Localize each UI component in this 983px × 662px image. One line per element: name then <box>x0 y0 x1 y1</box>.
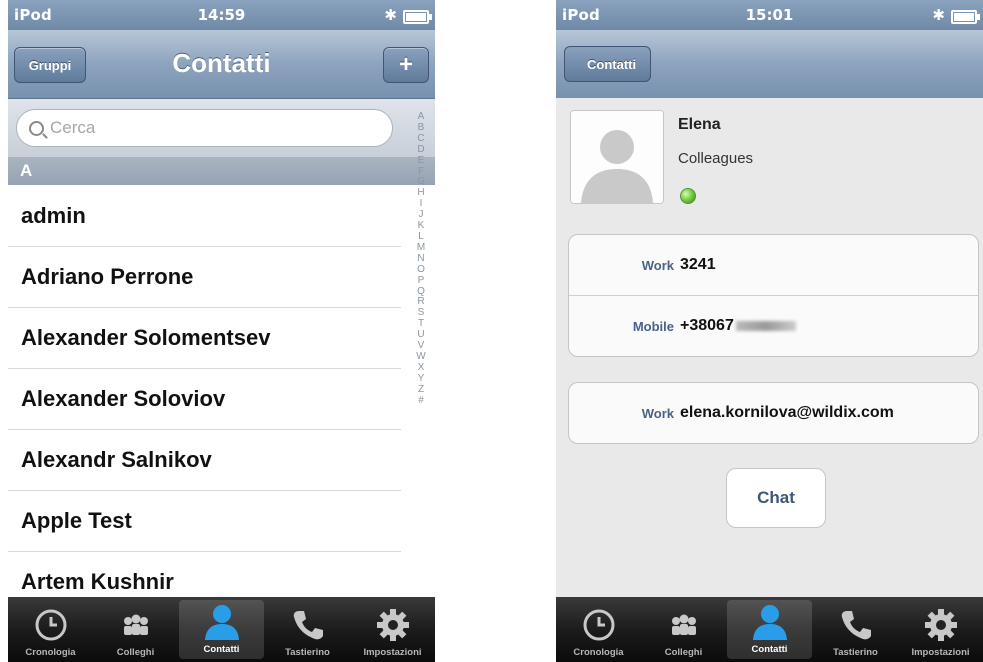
gear-icon <box>924 607 958 643</box>
tab-label: Colleghi <box>116 647 155 658</box>
index-letter[interactable]: O <box>411 264 431 276</box>
tab-label: Cronologia <box>573 647 624 658</box>
back-button[interactable]: Contatti <box>564 46 652 82</box>
colleagues-icon <box>119 607 153 643</box>
tab-contatti[interactable]: Contatti <box>727 600 812 659</box>
list-item[interactable]: Alexandr Salnikov <box>8 430 401 491</box>
index-letter[interactable]: P <box>411 275 431 287</box>
tab-tastierino[interactable]: Tastierino <box>813 597 898 662</box>
phone-icon <box>839 607 873 643</box>
presence-indicator <box>680 188 696 204</box>
work-phone-value: 3241 <box>680 256 716 273</box>
index-letter[interactable]: E <box>411 155 431 167</box>
contact-detail-screen: iPod 15:01 ✱ Contatti Elena Colleagues W… <box>556 0 983 662</box>
status-bar: iPod 14:59 ✱ <box>8 0 435 30</box>
tab-label: Contatti <box>751 644 788 655</box>
clock-icon <box>34 607 68 643</box>
search-icon <box>29 120 44 136</box>
clock-label: 15:01 <box>745 6 794 24</box>
contact-detail: Elena Colleagues Work 3241 Mobile +38067… <box>556 98 983 597</box>
clock-label: 14:59 <box>197 6 246 24</box>
mobile-phone-value: +38067 <box>680 317 734 334</box>
clock-icon <box>582 607 616 643</box>
tab-bar: Cronologia Colleghi Contatti Tastierino … <box>8 597 435 662</box>
gear-icon <box>376 607 410 643</box>
work-phone-row[interactable]: Work 3241 <box>569 235 978 296</box>
search-placeholder: Cerca <box>50 118 96 137</box>
work-email-value: elena.kornilova@wildix.com <box>680 404 894 421</box>
list-item[interactable]: admin <box>8 186 401 247</box>
page-title: Contatti <box>172 48 271 78</box>
contact-list: admin Adriano Perrone Alexander Soloment… <box>8 186 401 613</box>
chat-button[interactable]: Chat <box>726 468 826 528</box>
status-bar: iPod 15:01 ✱ <box>556 0 983 30</box>
phone-card: Work 3241 Mobile +38067 <box>568 234 979 357</box>
tab-impostazioni[interactable]: Impostazioni <box>898 597 983 662</box>
tab-impostazioni[interactable]: Impostazioni <box>350 597 435 662</box>
tab-contatti[interactable]: Contatti <box>179 600 264 659</box>
phone-icon <box>291 607 325 643</box>
tab-label: Tastierino <box>285 647 330 658</box>
mobile-phone-row[interactable]: Mobile +38067 <box>569 296 978 356</box>
bluetooth-icon: ✱ <box>932 6 945 24</box>
search-input[interactable]: Cerca <box>16 109 393 147</box>
colleagues-icon <box>667 607 701 643</box>
tab-label: Tastierino <box>833 647 878 658</box>
contact-icon <box>202 604 242 640</box>
tab-label: Cronologia <box>25 647 76 658</box>
section-header: A <box>8 157 435 185</box>
contact-icon <box>750 604 790 640</box>
index-letter[interactable]: Z <box>411 384 431 396</box>
list-item[interactable]: Alexander Soloviov <box>8 369 401 430</box>
tab-label: Contatti <box>203 644 240 655</box>
tab-tastierino[interactable]: Tastierino <box>265 597 350 662</box>
add-contact-button[interactable]: + <box>383 47 429 83</box>
avatar <box>570 110 664 204</box>
tab-bar: Cronologia Colleghi Contatti Tastierino … <box>556 597 983 662</box>
list-item[interactable]: Adriano Perrone <box>8 247 401 308</box>
tab-colleghi[interactable]: Colleghi <box>641 597 726 662</box>
nav-bar: Contatti <box>556 30 983 99</box>
tab-cronologia[interactable]: Cronologia <box>8 597 93 662</box>
redacted-mask <box>735 321 796 331</box>
tab-label: Colleghi <box>664 647 703 658</box>
contact-group: Colleagues <box>678 150 754 167</box>
contact-name: Elena <box>678 116 721 133</box>
back-button-label: Contatti <box>587 56 637 72</box>
work-email-row[interactable]: Work elena.kornilova@wildix.com <box>569 383 978 443</box>
tab-label: Impostazioni <box>911 647 970 658</box>
bluetooth-icon: ✱ <box>384 6 397 24</box>
tab-label: Impostazioni <box>363 647 422 658</box>
list-item[interactable]: Apple Test <box>8 491 401 552</box>
mobile-phone-label: Mobile <box>632 318 674 334</box>
alphabet-index[interactable]: A B C D E F G H I J K L M N O P Q R S T … <box>411 111 431 407</box>
work-phone-label: Work <box>641 257 674 273</box>
index-letter[interactable]: # <box>411 395 431 407</box>
contacts-list-screen: iPod 14:59 ✱ Gruppi Contatti + Cerca A a… <box>8 0 435 662</box>
search-bar: Cerca <box>8 99 435 159</box>
tab-colleghi[interactable]: Colleghi <box>93 597 178 662</box>
index-letter[interactable]: D <box>411 144 431 156</box>
nav-bar: Gruppi Contatti + <box>8 30 435 99</box>
email-card: Work elena.kornilova@wildix.com <box>568 382 979 444</box>
tab-cronologia[interactable]: Cronologia <box>556 597 641 662</box>
list-item[interactable]: Alexander Solomentsev <box>8 308 401 369</box>
battery-icon <box>951 10 980 24</box>
battery-icon <box>403 10 432 24</box>
work-email-label: Work <box>641 405 674 421</box>
